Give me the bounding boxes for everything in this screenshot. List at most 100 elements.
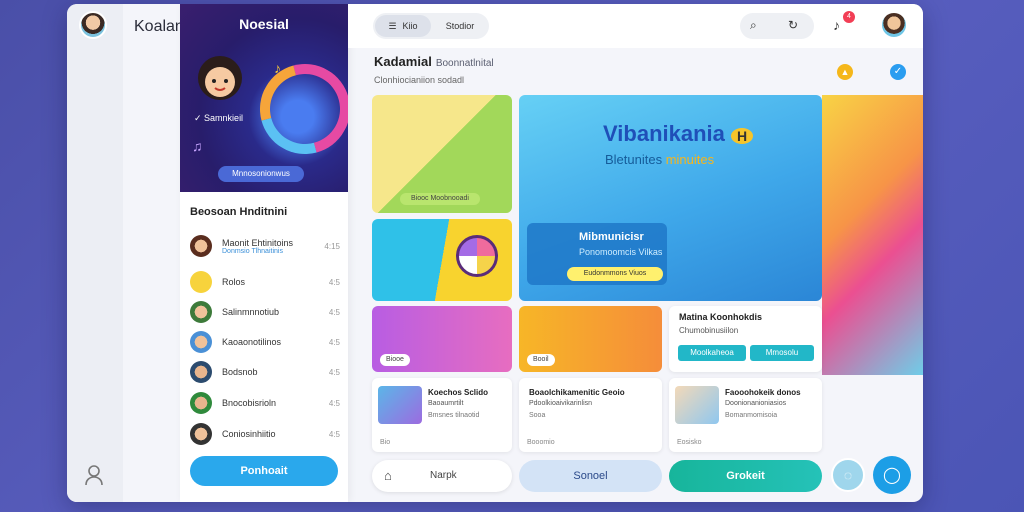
promo-title: Matina Koonhokdis: [679, 312, 762, 322]
swirl-graphic: [243, 47, 348, 171]
contact-meta: 4:5: [328, 307, 340, 317]
card-image: [675, 386, 719, 424]
content-tile[interactable]: Booil: [519, 306, 662, 372]
contact-name: Bodsnob: [222, 367, 258, 377]
tile-label: Booil: [527, 354, 555, 366]
refresh-icon[interactable]: ↻: [788, 18, 798, 32]
decorative-art-panel: [822, 95, 923, 375]
avatar: [190, 361, 212, 383]
check-icon[interactable]: ✓: [890, 64, 906, 80]
contact-meta: 4:5: [328, 398, 340, 408]
contact-name: Maonit Ehtinitoins: [222, 237, 294, 248]
contact-name: Rolos: [222, 277, 246, 287]
search-input[interactable]: ⌂ Narpk: [372, 460, 512, 492]
view-switcher: ☰ Kiio Stodior: [373, 13, 489, 39]
tab-stodior[interactable]: Stodior: [431, 21, 489, 31]
teal-action-button[interactable]: Grokeit: [669, 460, 822, 492]
avatar[interactable]: [880, 11, 908, 39]
card-footer: Eosisko: [677, 439, 702, 446]
wheel-graphic: [456, 235, 498, 277]
contact-name: Salinmnnotiub: [222, 307, 280, 317]
hero-subtitle: ✓ Samnkieil: [194, 113, 244, 123]
card-extra: Sooa: [529, 412, 546, 419]
list-item[interactable]: Bnocobisrioln 4:5: [190, 390, 340, 416]
promo-button-1[interactable]: Moolkaheoa: [678, 345, 746, 361]
promo-card: Matina Koonhokdis Chumobinusiilon Moolka…: [669, 306, 822, 372]
contact-name: Bnocobisrioln: [222, 398, 277, 408]
card-title: Boaolchikamenitic Geoio: [529, 388, 625, 397]
warning-icon[interactable]: ▲: [837, 64, 853, 80]
app-title: Koalan: [134, 18, 184, 35]
card-title: Faooohokeik donos: [725, 388, 801, 397]
contact-name: Coniosinhiitio: [222, 429, 276, 439]
side-panel: Noesial ♪ ♫ ✓ Samnkieil Mnnosonionwus Be…: [180, 4, 348, 502]
list-item[interactable]: Salinmnnotiub 4:5: [190, 299, 340, 325]
card-subtitle: Pdoolkioaivikarinlisn: [529, 400, 593, 407]
tile-label: Biooc Moobnooadi: [400, 193, 480, 205]
avatar: [190, 331, 212, 353]
search-icon[interactable]: ⌕: [750, 18, 757, 33]
content-card[interactable]: Faooohokeik donos Doonionanioniasios Bom…: [669, 378, 822, 452]
music-note-icon: ♫: [192, 138, 203, 154]
list-item[interactable]: Maonit Ehtinitoins Donmsio Tlhnaitinis 4:…: [190, 233, 340, 259]
feature-title: Vibanikania H: [603, 121, 754, 147]
left-rail: [67, 4, 123, 502]
list-item[interactable]: Coniosinhiitio 4:5: [190, 421, 340, 447]
inner-pill[interactable]: Eudonmmons Viuos: [567, 267, 663, 281]
hero-pill-button[interactable]: Mnnosonionwus: [218, 166, 304, 182]
search-placeholder: Narpk: [430, 470, 457, 481]
primary-action-button[interactable]: Ponhoait: [190, 456, 338, 486]
content-tile[interactable]: Biooc Moobnooadi: [372, 95, 512, 213]
home-icon[interactable]: ⌂: [384, 468, 392, 483]
card-subtitle: Doonionanioniasios: [725, 400, 787, 407]
content-card[interactable]: Boaolchikamenitic Geoio Pdoolkioaivikari…: [519, 378, 662, 452]
card-footer: Booomio: [527, 439, 555, 446]
hero-banner: Noesial ♪ ♫ ✓ Samnkieil Mnnosonionwus: [180, 4, 348, 192]
promo-subtitle: Chumobinusiilon: [679, 326, 739, 335]
list-item[interactable]: Bodsnob 4:5: [190, 359, 340, 385]
secondary-button[interactable]: Sonoel: [519, 460, 662, 492]
content-card[interactable]: Koechos Sclido Baoaumrtilt Bmsnes tilnao…: [372, 378, 512, 452]
content-tile[interactable]: [372, 219, 512, 301]
avatar: [190, 392, 212, 414]
list-item[interactable]: Kaoaonotilinos 4:5: [190, 329, 340, 355]
contact-name: Kaoaonotilinos: [222, 337, 282, 347]
list-item[interactable]: Rolos 4:5: [190, 269, 340, 295]
inner-title: Mibmunicisr: [579, 231, 644, 243]
tab-label: Kiio: [402, 21, 418, 31]
character-illustration: [198, 56, 242, 100]
contact-meta: 4:5: [328, 429, 340, 439]
feature-banner[interactable]: Vibanikania H Bletunites minuites Mibmun…: [519, 95, 822, 301]
inner-subtitle: Ponomoomcis Vilkas: [579, 247, 663, 257]
card-title: Koechos Sclido: [428, 388, 489, 397]
tool-group: ⌕ ↻: [740, 13, 814, 39]
card-image: [378, 386, 422, 424]
avatar[interactable]: [79, 11, 107, 39]
contact-subtitle: Donmsio Tlhnaitinis: [222, 247, 283, 255]
contact-meta: 4:5: [328, 277, 340, 287]
tile-label: Biooe: [380, 354, 410, 366]
feature-badge: H: [731, 128, 754, 144]
user-icon[interactable]: [84, 464, 104, 486]
promo-button-2[interactable]: Mmosolu: [750, 345, 814, 361]
tab-kiio[interactable]: ☰ Kiio: [375, 15, 431, 37]
card-extra: Bmsnes tilnaotid: [428, 412, 480, 419]
page-title: Kadamial: [374, 54, 432, 69]
content-tile[interactable]: Biooe: [372, 306, 512, 372]
page-title-extra: Boonnatlnital: [435, 58, 494, 69]
message-icon[interactable]: ◯: [873, 456, 911, 494]
contact-meta: 4:15: [324, 241, 340, 251]
contact-meta: 4:5: [328, 367, 340, 377]
notification-icon[interactable]: ♪ 4: [833, 11, 855, 33]
app-window: Koalan Noesial ♪ ♫ ✓ Samnkieil Mnnosonio…: [67, 4, 923, 502]
chat-icon[interactable]: ◌: [831, 458, 865, 492]
page-subtitle: Clonhiocianiion sodadl: [374, 75, 465, 85]
feature-inner-card[interactable]: Mibmunicisr Ponomoomcis Vilkas Eudonmmon…: [527, 223, 667, 285]
card-extra: Bomanmomisoia: [725, 412, 778, 419]
contact-meta: 4:5: [328, 337, 340, 347]
card-footer: Bio: [380, 439, 391, 446]
avatar: [190, 423, 212, 445]
avatar: [190, 235, 212, 257]
feature-subtitle: Bletunites minuites: [605, 152, 715, 167]
avatar: [190, 301, 212, 323]
